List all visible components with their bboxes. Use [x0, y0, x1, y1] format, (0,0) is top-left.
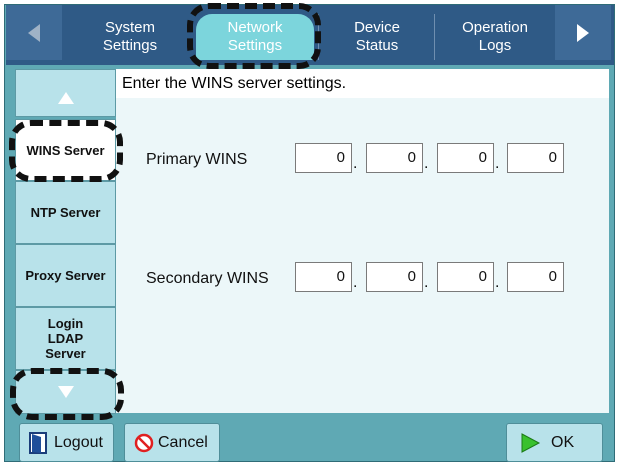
- up-arrow-icon: [57, 92, 74, 104]
- primary-wins-octet-4[interactable]: 0: [507, 143, 564, 173]
- primary-wins-octet-2[interactable]: 0: [366, 143, 423, 173]
- logout-door-icon: [29, 431, 47, 454]
- ip-separator: .: [495, 274, 500, 291]
- sidebar-item-label: Login LDAP Server: [45, 316, 86, 361]
- ip-separator: .: [424, 274, 429, 291]
- tab-system-settings[interactable]: System Settings: [70, 14, 190, 60]
- settings-panel: Enter the WINS server settings. Primary …: [116, 69, 609, 413]
- sidebar-item-proxy-server[interactable]: Proxy Server: [15, 244, 116, 307]
- ip-separator: .: [495, 155, 500, 172]
- sidebar-item-ntp-server[interactable]: NTP Server: [15, 181, 116, 244]
- ip-separator: .: [353, 155, 358, 172]
- secondary-wins-octet-1[interactable]: 0: [295, 262, 352, 292]
- ip-separator: .: [353, 274, 358, 291]
- sidebar-item-label: Proxy Server: [25, 268, 106, 283]
- menu-scroll-up-button[interactable]: [15, 69, 116, 117]
- tab-label-line2: Status: [355, 37, 399, 54]
- tab-device-status[interactable]: Device Status: [318, 14, 435, 60]
- tab-label-line1: Network: [227, 19, 283, 36]
- tab-label-line1: Device: [354, 19, 400, 36]
- ip-separator: .: [424, 155, 429, 172]
- primary-wins-octet-1[interactable]: 0: [295, 143, 352, 173]
- tab-label-line2: Logs: [478, 37, 512, 54]
- logout-label: Logout: [54, 433, 103, 451]
- tab-label-line2: Settings: [102, 37, 158, 54]
- sidebar-item-label: NTP Server: [30, 205, 101, 220]
- tab-next-button[interactable]: [555, 5, 611, 60]
- tab-label-line1: System: [104, 19, 155, 36]
- secondary-wins-octet-2[interactable]: 0: [366, 262, 423, 292]
- tab-operation-logs[interactable]: Operation Logs: [434, 14, 555, 60]
- tab-label-line2: Settings: [227, 37, 283, 54]
- sidebar-item-wins-server[interactable]: WINS Server: [15, 119, 116, 181]
- primary-wins-label: Primary WINS: [146, 151, 248, 168]
- tab-prev-button[interactable]: [6, 5, 62, 60]
- logout-button[interactable]: Logout: [19, 423, 114, 462]
- tab-label-line1: Operation: [462, 19, 528, 36]
- ok-button[interactable]: OK: [506, 423, 603, 462]
- down-arrow-icon: [57, 386, 74, 398]
- instruction-text: Enter the WINS server settings.: [116, 69, 609, 98]
- ok-label: OK: [551, 433, 575, 451]
- cancel-button[interactable]: Cancel: [124, 423, 220, 462]
- sidebar-item-login-ldap-server[interactable]: Login LDAP Server: [15, 307, 116, 370]
- left-arrow-icon: [28, 23, 40, 42]
- menu-scroll-down-button[interactable]: [15, 370, 116, 414]
- secondary-wins-label: Secondary WINS: [146, 270, 269, 287]
- secondary-wins-octet-3[interactable]: 0: [437, 262, 494, 292]
- tab-network-settings[interactable]: Network Settings: [196, 14, 314, 60]
- sidebar-item-label: WINS Server: [26, 142, 105, 158]
- play-triangle-icon: [521, 432, 541, 453]
- primary-wins-octet-3[interactable]: 0: [437, 143, 494, 173]
- cancel-label: Cancel: [158, 433, 208, 451]
- prohibited-icon: [134, 433, 154, 452]
- right-arrow-icon: [577, 23, 589, 42]
- secondary-wins-octet-4[interactable]: 0: [507, 262, 564, 292]
